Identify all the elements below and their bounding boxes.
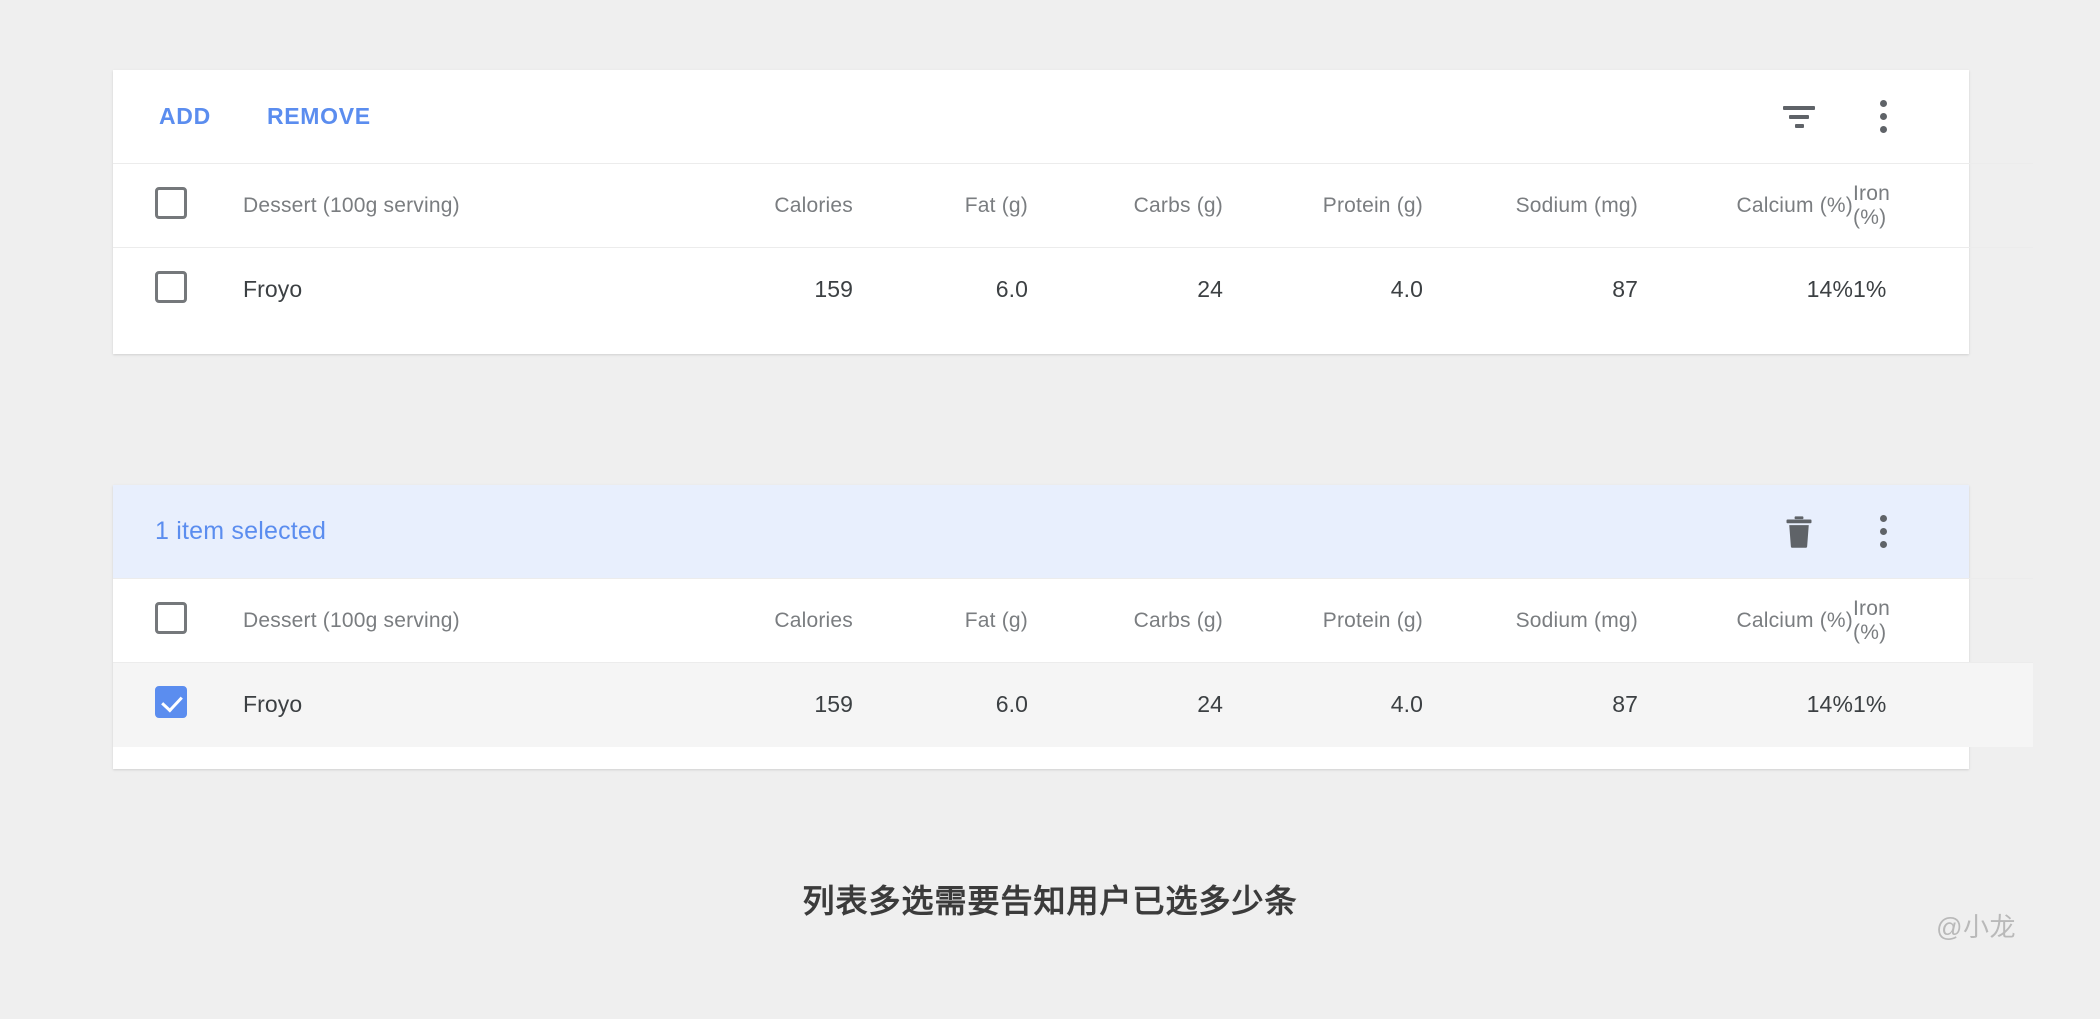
cell-iron: 1% — [1853, 276, 1887, 303]
column-header-protein[interactable]: Protein (g) — [1223, 164, 1423, 248]
watermark: @小龙 — [1936, 912, 2016, 942]
torn-edge-selected — [113, 746, 1969, 769]
row-select-cell — [113, 248, 243, 332]
select-all-cell — [113, 579, 243, 663]
column-header-sodium[interactable]: Sodium (mg) — [1423, 579, 1638, 663]
data-table-card-selected: 1 item selected Dessert (100g serving) C… — [113, 485, 2033, 769]
column-header-calories[interactable]: Calories — [663, 164, 853, 248]
column-header-iron[interactable]: Iron (%) — [1853, 579, 2033, 663]
table-row[interactable]: Froyo 159 6.0 24 4.0 87 14% 1% — [113, 248, 2033, 332]
cell-calcium: 14% — [1806, 276, 1853, 303]
cell-fat: 6.0 — [995, 276, 1028, 303]
column-header-sodium[interactable]: Sodium (mg) — [1423, 164, 1638, 248]
trash-icon — [1786, 515, 1812, 548]
torn-edge-default — [113, 331, 1969, 354]
toolbar-icon-group-selected — [1779, 512, 1969, 552]
filter-icon — [1783, 105, 1815, 128]
column-header-dessert[interactable]: Dessert (100g serving) — [243, 579, 663, 663]
add-button[interactable]: ADD — [155, 97, 215, 136]
cell-iron: 1% — [1853, 691, 1887, 718]
column-header-calories[interactable]: Calories — [663, 579, 853, 663]
table-toolbar-default: ADD REMOVE — [113, 70, 1969, 163]
select-all-checkbox[interactable] — [155, 601, 187, 634]
cell-calories: 159 — [814, 276, 853, 303]
column-header-iron[interactable]: Iron (%) — [1853, 164, 2033, 248]
overflow-menu-button-selected[interactable] — [1863, 512, 1903, 552]
data-table-default: Dessert (100g serving) Calories Fat (g) … — [113, 163, 2033, 332]
column-header-fat[interactable]: Fat (g) — [853, 164, 1028, 248]
table-header-row: Dessert (100g serving) Calories Fat (g) … — [113, 578, 2033, 663]
cell-protein: 4.0 — [1390, 276, 1423, 303]
page-root: ADD REMOVE Dessert (100g serving) Calori… — [0, 0, 2100, 1019]
cell-sodium: 87 — [1612, 691, 1638, 718]
toolbar-icon-group — [1779, 97, 1969, 137]
cell-calcium: 14% — [1806, 691, 1853, 718]
table-body-selected: Froyo 159 6.0 24 4.0 87 14% 1% — [113, 662, 2033, 747]
toolbar-actions: ADD REMOVE — [155, 97, 375, 136]
cell-dessert: Froyo — [243, 276, 303, 303]
cell-carbs: 24 — [1197, 691, 1223, 718]
table-toolbar-selection: 1 item selected — [113, 485, 1969, 578]
table-header-row: Dessert (100g serving) Calories Fat (g) … — [113, 163, 2033, 248]
overflow-menu-button[interactable] — [1863, 97, 1903, 137]
data-table-selected: Dessert (100g serving) Calories Fat (g) … — [113, 578, 2033, 747]
row-checkbox-checked[interactable] — [155, 685, 187, 718]
column-header-carbs[interactable]: Carbs (g) — [1028, 164, 1223, 248]
filter-button[interactable] — [1779, 97, 1819, 137]
cell-sodium: 87 — [1612, 276, 1638, 303]
row-select-cell — [113, 663, 243, 747]
column-header-protein[interactable]: Protein (g) — [1223, 579, 1423, 663]
cell-fat: 6.0 — [995, 691, 1028, 718]
more-vert-icon — [1879, 100, 1887, 133]
column-header-carbs[interactable]: Carbs (g) — [1028, 579, 1223, 663]
column-header-calcium[interactable]: Calcium (%) — [1638, 579, 1853, 663]
cell-dessert: Froyo — [243, 691, 303, 718]
select-all-cell — [113, 164, 243, 248]
row-checkbox[interactable] — [155, 270, 187, 303]
column-header-calcium[interactable]: Calcium (%) — [1638, 164, 1853, 248]
table-body: Froyo 159 6.0 24 4.0 87 14% 1% — [113, 248, 2033, 332]
column-header-dessert[interactable]: Dessert (100g serving) — [243, 164, 663, 248]
selection-count-label: 1 item selected — [155, 517, 327, 545]
table-head-selected: Dessert (100g serving) Calories Fat (g) … — [113, 578, 2033, 663]
cell-carbs: 24 — [1197, 276, 1223, 303]
column-header-fat[interactable]: Fat (g) — [853, 579, 1028, 663]
page-caption: 列表多选需要告知用户已选多少条 — [802, 883, 1298, 919]
cell-calories: 159 — [814, 691, 853, 718]
table-head: Dessert (100g serving) Calories Fat (g) … — [113, 163, 2033, 248]
select-all-checkbox[interactable] — [155, 186, 187, 219]
delete-button[interactable] — [1779, 512, 1819, 552]
data-table-card-default: ADD REMOVE Dessert (100g serving) Calori… — [113, 70, 2033, 354]
cell-protein: 4.0 — [1390, 691, 1423, 718]
remove-button[interactable]: REMOVE — [263, 97, 375, 136]
more-vert-icon — [1879, 515, 1887, 548]
table-row[interactable]: Froyo 159 6.0 24 4.0 87 14% 1% — [113, 662, 2033, 747]
